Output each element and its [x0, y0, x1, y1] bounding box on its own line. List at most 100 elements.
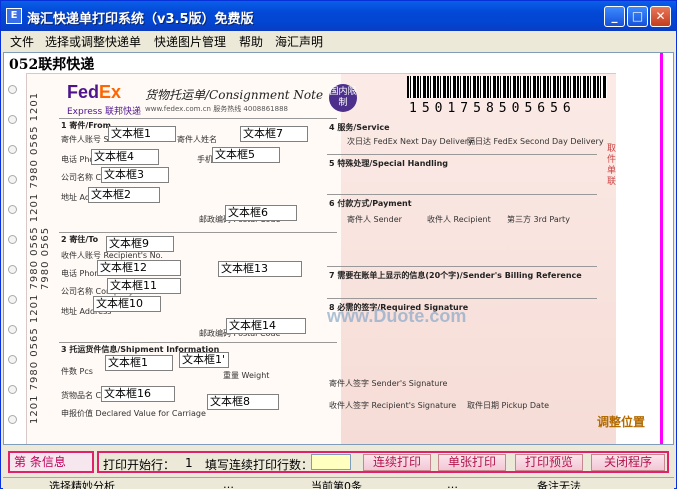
status-cell-5: 备注无法	[537, 480, 581, 489]
label-pieces: 件数 Pcs	[61, 367, 93, 376]
text-box-9[interactable]: 文本框9	[106, 236, 174, 252]
print-controls: 第 条信息 打印开始行： 1 填写连续打印行数： 连续打印 单张打印 打印预览 …	[3, 447, 674, 477]
barcode-number: 1501758505656	[409, 101, 576, 116]
section-service-header: 4 服务/Service	[329, 123, 390, 132]
tractor-holes	[4, 71, 22, 444]
divider	[327, 194, 597, 195]
punch-hole	[8, 145, 17, 154]
label-pay-sender: 寄件人 Sender	[347, 215, 402, 224]
minimize-button[interactable]: _	[604, 6, 625, 27]
label-second-day: 隔日达 FedEx Second Day Delivery	[467, 137, 604, 146]
punch-hole	[8, 265, 17, 274]
text-box-12[interactable]: 文本框12	[97, 260, 181, 276]
resize-grip[interactable]	[670, 477, 676, 489]
continuous-rows-input[interactable]	[311, 454, 351, 470]
status-cell-2: …	[223, 478, 234, 489]
divider	[59, 342, 337, 343]
text-box-4[interactable]: 文本框4	[91, 149, 159, 165]
logo-ex: Ex	[99, 82, 122, 102]
text-box-6[interactable]: 文本框6	[225, 205, 297, 221]
window-title: 海汇快递单打印系统（v3.5版）免费版	[27, 12, 254, 27]
waybill-side-code: 1201 7980 0565 1201 7980 0565 1201 7980 …	[29, 91, 51, 425]
punch-hole	[8, 235, 17, 244]
text-box-2[interactable]: 文本框2	[88, 187, 160, 203]
barcode	[407, 76, 607, 98]
label-pay-recipient: 收件人 Recipient	[427, 215, 491, 224]
label-declared-value: 申报价值 Declared Value for Carriage	[61, 409, 206, 418]
start-row-label: 打印开始行：	[103, 458, 176, 472]
text-box-11[interactable]: 文本框11	[107, 278, 181, 294]
record-info: 第 条信息	[8, 451, 94, 473]
section-billing-header: 7 需要在账单上显示的信息(20个字)/Sender's Billing Ref…	[329, 271, 582, 280]
section-payment-header: 6 付款方式/Payment	[329, 199, 412, 208]
right-margin	[616, 71, 673, 444]
punch-hole	[8, 85, 17, 94]
label-pickup-date: 取件日期 Pickup Date	[467, 401, 550, 410]
fedex-logo-sub: Express 联邦快递	[67, 107, 142, 117]
punch-hole	[8, 175, 17, 184]
punch-hole	[8, 355, 17, 364]
label-sender-name: 寄件人姓名	[177, 135, 217, 144]
label-recipient-signature: 收件人签字 Recipient's Signature	[329, 401, 457, 410]
menu-image-manage[interactable]: 快递图片管理	[154, 33, 226, 50]
divider	[327, 154, 597, 155]
text-box-5[interactable]: 文本框5	[212, 147, 280, 163]
label-pay-third: 第三方 3rd Party	[507, 215, 570, 224]
print-options: 打印开始行： 1 填写连续打印行数： 连续打印 单张打印 打印预览 关闭程序	[97, 451, 669, 473]
text-box-7[interactable]: 文本框7	[240, 126, 308, 142]
punch-hole	[8, 415, 17, 424]
section-from-header: 1 寄件/From	[61, 121, 112, 130]
status-cell-3: 当前第0条	[311, 480, 362, 489]
label-sender-signature: 寄件人签字 Sender's Signature	[329, 379, 448, 388]
text-box-1-prime[interactable]: 文本框1'	[179, 352, 229, 368]
punch-hole	[8, 115, 17, 124]
divider	[59, 232, 337, 233]
menu-select-template[interactable]: 选择或调整快递单	[45, 33, 141, 50]
status-bar: 选择精妙分析 … 当前第0条 … 备注无法	[3, 477, 674, 489]
app-window: E 海汇快递单打印系统（v3.5版）免费版 _ □ ✕ 文件 选择或调整快递单 …	[0, 0, 677, 489]
text-box-13[interactable]: 文本框13	[218, 261, 302, 277]
print-workarea: 052联邦快递 1201 7980 0565 1201 7980 0565 12…	[3, 52, 674, 445]
menu-help[interactable]: 帮助	[239, 33, 263, 50]
status-cell-4: …	[447, 478, 458, 489]
domestic-badge: 国内限制	[329, 84, 357, 112]
menu-bar: 文件 选择或调整快递单 快递图片管理 帮助 海汇声明	[1, 31, 676, 51]
punch-hole	[8, 205, 17, 214]
waybill-subtitle: www.fedex.com.cn 服务热线 4008861888	[145, 105, 288, 113]
logo-fed: Fed	[67, 82, 100, 102]
text-box-1-dup[interactable]: 文本框1	[105, 355, 173, 371]
section-to-header: 2 寄往/To	[61, 235, 99, 244]
single-print-button[interactable]: 单张打印	[438, 454, 506, 471]
text-box-16[interactable]: 文本框16	[101, 386, 175, 402]
punch-hole	[8, 325, 17, 334]
close-button[interactable]: ✕	[650, 6, 671, 27]
text-box-14[interactable]: 文本框14	[226, 318, 306, 334]
status-cell-1: 选择精妙分析	[49, 480, 115, 489]
watermark: www.Duote.com	[327, 306, 467, 326]
section-handling-header: 5 特殊处理/Special Handling	[329, 159, 449, 168]
text-box-3[interactable]: 文本框3	[101, 167, 169, 183]
continuous-print-button[interactable]: 连续打印	[363, 454, 431, 471]
waybill-title: 货物托运单/Consignment Note	[145, 88, 324, 102]
title-bar[interactable]: E 海汇快递单打印系统（v3.5版）免费版 _ □ ✕	[1, 1, 676, 31]
continuous-rows-label: 填写连续打印行数：	[205, 458, 314, 472]
menu-statement[interactable]: 海汇声明	[275, 33, 323, 50]
print-preview-button[interactable]: 打印预览	[515, 454, 583, 471]
adjust-position-label[interactable]: 调整位置	[597, 413, 645, 430]
print-boundary	[660, 53, 663, 444]
menu-file[interactable]: 文件	[10, 33, 34, 50]
close-program-button[interactable]: 关闭程序	[591, 454, 665, 471]
label-weight: 重量 Weight	[223, 371, 270, 380]
text-box-1[interactable]: 文本框1	[108, 126, 176, 142]
start-row-value[interactable]: 1	[185, 456, 193, 470]
divider	[327, 266, 597, 267]
divider	[327, 298, 597, 299]
label-next-day: 次日达 FedEx Next Day Delivery	[347, 137, 473, 146]
punch-hole	[8, 295, 17, 304]
divider	[59, 118, 337, 119]
maximize-button[interactable]: □	[627, 6, 648, 27]
text-box-10[interactable]: 文本框10	[93, 296, 161, 312]
text-box-8[interactable]: 文本框8	[207, 394, 279, 410]
fedex-logo: FedEx	[67, 82, 121, 103]
app-icon[interactable]: E	[6, 8, 22, 24]
